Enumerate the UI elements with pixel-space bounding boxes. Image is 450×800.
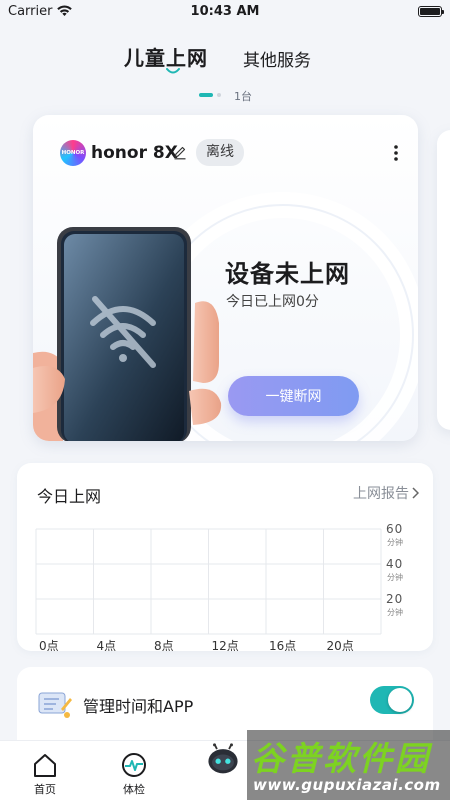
battery-icon: [418, 6, 444, 17]
manage-app-icon: [38, 692, 72, 718]
nav-label-checkup: 体检: [123, 783, 145, 796]
x-tick-label: 0点: [39, 639, 59, 651]
disconnect-button[interactable]: 一键断网: [228, 376, 359, 416]
x-tick-label: 20点: [327, 639, 354, 651]
connection-title: 设备未上网: [225, 260, 350, 288]
pager-dot: [217, 93, 221, 97]
status-badge: 离线: [196, 139, 244, 166]
watermark: 谷普软件园 www.gupuxiazai.com: [247, 730, 450, 800]
more-icon[interactable]: [390, 143, 402, 163]
toggle-knob: [388, 688, 412, 712]
manage-label: 管理时间和APP: [83, 697, 194, 716]
y-tick-unit: 分钟: [387, 607, 403, 617]
x-tick-label: 4点: [97, 639, 117, 651]
tab-active-indicator: [166, 68, 180, 74]
nav-item-home[interactable]: 首页: [15, 741, 75, 800]
tab-other-services[interactable]: 其他服务: [243, 46, 311, 71]
top-tabs: 儿童上网 其他服务: [0, 42, 450, 74]
watermark-title: 谷普软件园: [251, 739, 431, 778]
watermark-url: www.gupuxiazai.com: [253, 776, 441, 794]
next-device-card[interactable]: [437, 130, 450, 430]
status-bar: Carrier 10:43 AM: [0, 0, 450, 24]
y-tick-label: 40: [386, 557, 403, 571]
device-name: honor 8X: [91, 143, 178, 163]
nav-item-checkup[interactable]: 体检: [104, 741, 164, 800]
checkup-icon: [122, 753, 146, 777]
y-tick-label: 20: [386, 592, 403, 606]
device-pager: 1台: [0, 88, 450, 103]
y-tick-unit: 分钟: [387, 537, 403, 547]
device-count: 1台: [234, 90, 252, 103]
usage-today-text: 今日已上网0分: [226, 294, 319, 310]
x-tick-label: 8点: [154, 639, 174, 651]
usage-card: 今日上网 上网报告 0点 4点 8点 12点 16点 20点 60 分钟 40 分钟 20 分钟: [17, 463, 433, 651]
pager-dot-active: [199, 93, 213, 97]
home-icon: [34, 754, 56, 777]
tab-kids-online[interactable]: 儿童上网: [124, 42, 208, 71]
y-tick-label: 60: [386, 522, 403, 536]
usage-chart: 0点 4点 8点 12点 16点 20点60分钟40分钟20分钟: [35, 522, 403, 651]
y-tick-unit: 分钟: [387, 572, 403, 582]
edit-icon[interactable]: [173, 146, 187, 160]
honor-logo: HONOR: [60, 140, 86, 166]
x-tick-label: 12点: [212, 639, 239, 651]
nav-label-home: 首页: [34, 783, 56, 796]
device-card[interactable]: HONOR honor 8X 离线 设备未上网 今日已上网0分 一键断网: [33, 115, 418, 441]
phone-illustration: [33, 227, 222, 441]
robot-icon: [208, 743, 238, 774]
nav-item-assistant[interactable]: [193, 741, 253, 800]
x-tick-label: 16点: [269, 639, 296, 651]
manage-toggle[interactable]: [370, 686, 414, 714]
clock: 10:43 AM: [190, 4, 260, 19]
